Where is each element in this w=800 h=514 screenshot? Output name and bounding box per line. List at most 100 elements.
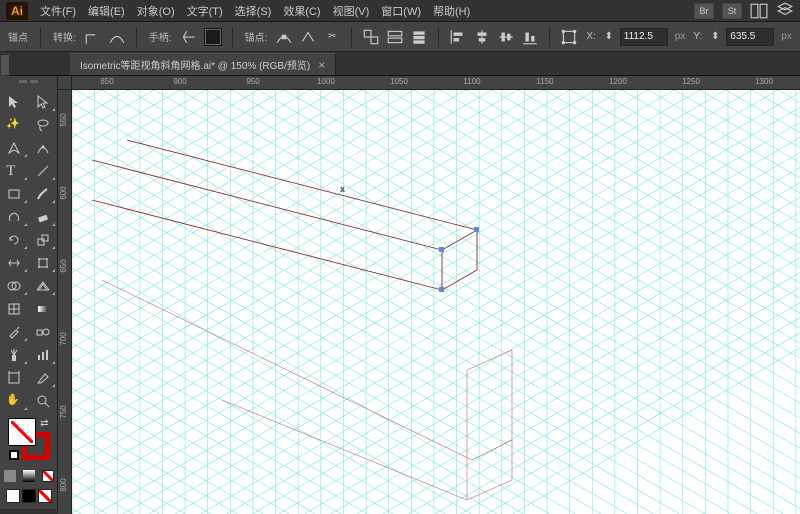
type-tool[interactable]: T — [0, 159, 29, 182]
gpu-icon[interactable] — [776, 2, 794, 20]
connect-path-icon[interactable] — [299, 28, 317, 46]
hand-tool[interactable]: ✋ — [0, 389, 29, 412]
align-hcenter-icon[interactable] — [473, 28, 491, 46]
menu-help[interactable]: 帮助(H) — [433, 3, 470, 19]
gradient-tool[interactable] — [29, 297, 58, 320]
transform-icon[interactable] — [560, 28, 578, 46]
rectangle-tool[interactable] — [0, 182, 29, 205]
swap-fill-stroke-icon[interactable]: ⇄ — [40, 418, 48, 429]
rotate-tool[interactable] — [0, 228, 29, 251]
x-link-icon[interactable]: ⬍ — [604, 28, 614, 46]
swatch-white[interactable] — [6, 489, 20, 503]
ruler-tick: 700 — [59, 332, 68, 345]
y-field[interactable] — [726, 28, 774, 46]
menu-bar: Ai 文件(F) 编辑(E) 对象(O) 文字(T) 选择(S) 效果(C) 视… — [0, 0, 800, 22]
magic-wand-tool[interactable]: ✨ — [0, 113, 29, 136]
zoom-tool[interactable] — [29, 389, 58, 412]
remove-anchor-icon[interactable] — [275, 28, 293, 46]
symbol-sprayer-tool[interactable] — [0, 343, 29, 366]
arrange-docs-icon[interactable] — [750, 2, 768, 20]
toolbox-grip[interactable] — [0, 80, 57, 90]
lasso-tool[interactable] — [29, 113, 58, 136]
align-bottom-icon[interactable] — [521, 28, 539, 46]
document-tab-title: Isometric等距视角斜角网格.ai* @ 150% (RGB/预览) — [80, 57, 310, 72]
fill-swatch[interactable] — [8, 418, 36, 446]
eraser-tool[interactable] — [29, 205, 58, 228]
app-logo: Ai — [6, 2, 28, 20]
eyedropper-tool[interactable] — [0, 320, 29, 343]
slice-tool[interactable] — [29, 366, 58, 389]
swatch-row — [0, 487, 57, 509]
x-field[interactable] — [620, 28, 668, 46]
menu-effect[interactable]: 效果(C) — [283, 3, 320, 19]
shape-builder-tool[interactable] — [0, 274, 29, 297]
ruler-tick: 900 — [173, 77, 186, 86]
menu-object[interactable]: 对象(O) — [137, 3, 175, 19]
swatch-none[interactable] — [38, 489, 52, 503]
menu-window[interactable]: 窗口(W) — [381, 3, 421, 19]
collapsed-panel-tab[interactable] — [0, 54, 10, 76]
swatch-black[interactable] — [22, 489, 36, 503]
stack-icon[interactable] — [410, 28, 428, 46]
handles-swatch[interactable] — [204, 28, 222, 46]
isolate-icon[interactable] — [362, 28, 380, 46]
align-vcenter-icon[interactable] — [497, 28, 515, 46]
color-mode-button[interactable] — [0, 464, 19, 487]
color-well: ⇄ — [0, 412, 57, 464]
menu-edit[interactable]: 编辑(E) — [88, 3, 125, 19]
x-unit: px — [675, 31, 686, 42]
handles-label: 手柄: — [149, 29, 172, 44]
close-tab-icon[interactable]: × — [318, 58, 325, 72]
blend-tool[interactable] — [29, 320, 58, 343]
shaper-tool[interactable] — [0, 205, 29, 228]
none-mode-button[interactable] — [38, 464, 57, 487]
document-tab[interactable]: Isometric等距视角斜角网格.ai* @ 150% (RGB/预览) × — [70, 53, 336, 75]
menu-file[interactable]: 文件(F) — [40, 3, 76, 19]
ruler-tick: 1200 — [609, 77, 627, 86]
menu-view[interactable]: 视图(V) — [333, 3, 370, 19]
align-to-pixel-icon[interactable] — [386, 28, 404, 46]
selection-tool[interactable] — [0, 90, 29, 113]
convert-corner-icon[interactable] — [84, 28, 102, 46]
perspective-grid-tool[interactable] — [29, 274, 58, 297]
ruler-tick: 1250 — [682, 77, 700, 86]
ruler-horizontal[interactable]: 8509009501000105011001150120012501300 — [72, 76, 800, 90]
toolbox: ✨ T ✋ ⇄ — [0, 76, 58, 509]
ruler-tick: 800 — [59, 478, 68, 491]
ruler-vertical[interactable]: 550600650700750800 — [58, 90, 72, 514]
artboard-tool[interactable] — [0, 366, 29, 389]
y-label: Y: — [693, 31, 702, 42]
align-left-icon[interactable] — [449, 28, 467, 46]
y-link-icon[interactable]: ⬍ — [710, 28, 720, 46]
convert-label: 转换: — [53, 29, 76, 44]
ruler-origin[interactable] — [58, 76, 72, 90]
ruler-tick: 1150 — [536, 77, 553, 86]
scale-tool[interactable] — [29, 228, 58, 251]
free-transform-tool[interactable] — [29, 251, 58, 274]
paintbrush-tool[interactable] — [29, 182, 58, 205]
anchors-label: 锚点: — [245, 29, 268, 44]
width-tool[interactable] — [0, 251, 29, 274]
user-drawing — [72, 90, 800, 514]
ruler-tick: 1300 — [755, 77, 773, 86]
convert-smooth-icon[interactable] — [108, 28, 126, 46]
line-tool[interactable] — [29, 159, 58, 182]
menu-type[interactable]: 文字(T) — [187, 3, 223, 19]
pen-tool[interactable] — [0, 136, 29, 159]
y-unit: px — [781, 31, 792, 42]
menubar-right: Br St — [694, 2, 794, 20]
artboard[interactable]: x — [72, 90, 800, 514]
gradient-mode-button[interactable] — [19, 464, 38, 487]
cut-path-icon[interactable]: ✂ — [323, 28, 341, 46]
direct-selection-tool[interactable] — [29, 90, 58, 113]
stock-button[interactable]: St — [722, 3, 742, 19]
ruler-tick: 650 — [59, 259, 68, 272]
bridge-button[interactable]: Br — [694, 3, 714, 19]
curvature-tool[interactable] — [29, 136, 58, 159]
mesh-tool[interactable] — [0, 297, 29, 320]
menu-select[interactable]: 选择(S) — [235, 3, 272, 19]
default-fill-stroke-icon[interactable] — [9, 450, 19, 460]
show-handles-icon[interactable] — [180, 28, 198, 46]
ruler-tick: 550 — [59, 113, 68, 126]
column-graph-tool[interactable] — [29, 343, 58, 366]
